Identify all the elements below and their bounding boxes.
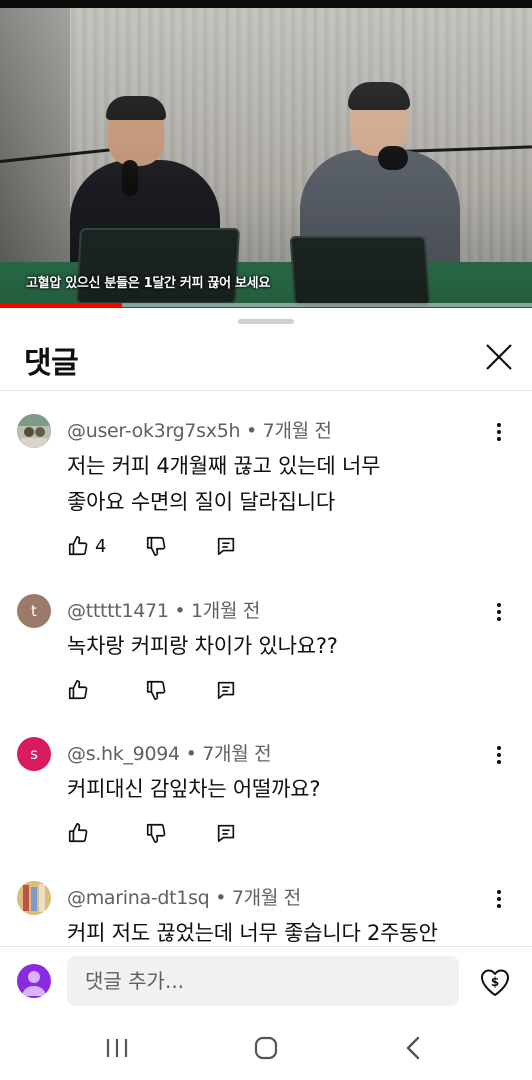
recents-button[interactable] xyxy=(95,1030,139,1066)
comment-time: 7개월 전 xyxy=(262,420,332,442)
avatar[interactable]: t xyxy=(17,594,51,628)
user-silhouette-icon xyxy=(22,971,46,996)
home-icon xyxy=(254,1036,278,1060)
comment-author[interactable]: @user-ok3rg7sx5h xyxy=(67,420,241,442)
avatar[interactable] xyxy=(17,881,51,915)
dislike-button[interactable] xyxy=(145,534,167,558)
dislike-button[interactable] xyxy=(145,821,167,845)
comment-text: 저는 커피 4개월째 끊고 있는데 너무 좋아요 수면의 질이 달라집니다 xyxy=(67,448,487,520)
status-bar xyxy=(0,0,532,8)
thumbs-down-icon xyxy=(146,680,166,700)
comment-composer: $ xyxy=(0,946,532,1016)
avatar[interactable]: s xyxy=(17,737,51,771)
meta-separator: • xyxy=(215,887,232,909)
comment-text-line: 좋아요 수면의 질이 달라집니다 xyxy=(67,490,335,514)
comment-meta: @user-ok3rg7sx5h • 7개월 전 xyxy=(67,416,332,443)
comment-time: 7개월 전 xyxy=(202,743,272,765)
avatar[interactable] xyxy=(17,414,51,448)
thumbs-up-icon xyxy=(68,536,88,556)
drag-handle[interactable] xyxy=(238,319,294,324)
reply-comment-icon xyxy=(217,537,235,556)
meta-separator: • xyxy=(174,600,192,622)
reply-button[interactable] xyxy=(215,821,237,845)
video-shade xyxy=(0,8,532,308)
more-options-button[interactable] xyxy=(488,600,510,626)
recents-icon xyxy=(106,1039,128,1057)
comment-author[interactable]: @ttttt1471 xyxy=(67,600,169,622)
meta-separator: • xyxy=(246,420,263,442)
avatar-photo-icon xyxy=(17,881,51,915)
back-button[interactable] xyxy=(392,1030,436,1066)
comment-meta: @marina-dt1sq • 7개월 전 xyxy=(67,883,301,910)
more-options-button[interactable] xyxy=(488,420,510,446)
video-player[interactable]: 고혈압 있으신 분들은 1달간 커피 끊어 보세요 xyxy=(0,0,532,308)
comment-text: 커피대신 감잎차는 어떨까요? xyxy=(67,771,487,807)
video-subtitle: 고혈압 있으신 분들은 1달간 커피 끊어 보세요 xyxy=(26,276,270,291)
comment-text-line: 녹차랑 커피랑 차이가 있나요?? xyxy=(67,634,338,658)
comment-author[interactable]: @marina-dt1sq xyxy=(67,887,210,909)
divider xyxy=(0,390,532,391)
reply-button[interactable] xyxy=(215,678,237,702)
sheet-title: 댓글 xyxy=(24,346,79,381)
reply-button[interactable] xyxy=(215,534,237,558)
like-count: 4 xyxy=(95,535,107,557)
like-button[interactable]: 4 xyxy=(67,534,106,558)
add-comment-input[interactable] xyxy=(67,956,459,1006)
super-thanks-button[interactable]: $ xyxy=(478,965,512,999)
comment-text: 커피 저도 끊었는데 너무 좋습니다 2주동안 xyxy=(67,915,487,945)
like-button[interactable] xyxy=(67,821,89,845)
video-progress-bar[interactable] xyxy=(0,303,532,307)
reply-comment-icon xyxy=(217,824,235,843)
avatar-photo-icon xyxy=(17,414,51,448)
comment-text-line: 커피대신 감잎차는 어떨까요? xyxy=(67,777,321,801)
comment-item: @marina-dt1sq • 7개월 전 커피 저도 끊었는데 너무 좋습니다… xyxy=(0,881,532,945)
comment-time: 1개월 전 xyxy=(191,600,261,622)
video-progress-fill xyxy=(0,303,123,307)
comment-text-line: 커피 저도 끊었는데 너무 좋습니다 2주동안 xyxy=(67,921,438,945)
meta-separator: • xyxy=(185,743,203,765)
thumbs-down-icon xyxy=(146,823,166,843)
close-button[interactable] xyxy=(480,338,518,376)
thumbs-up-icon xyxy=(68,823,88,843)
thumbs-down-icon xyxy=(146,536,166,556)
like-button[interactable] xyxy=(67,678,89,702)
dislike-button[interactable] xyxy=(145,678,167,702)
more-options-button[interactable] xyxy=(488,887,510,913)
comment-meta: @ttttt1471 • 1개월 전 xyxy=(67,596,260,623)
heart-dollar-icon: $ xyxy=(481,969,509,996)
comment-text: 녹차랑 커피랑 차이가 있나요?? xyxy=(67,628,487,664)
reply-comment-icon xyxy=(217,681,235,700)
thumbs-up-icon xyxy=(68,680,88,700)
comment-text-line: 저는 커피 4개월째 끊고 있는데 너무 xyxy=(67,454,381,478)
more-options-button[interactable] xyxy=(488,743,510,769)
comment-meta: @s.hk_9094 • 7개월 전 xyxy=(67,739,272,766)
comment-time: 7개월 전 xyxy=(231,887,301,909)
back-icon xyxy=(406,1036,420,1060)
home-button[interactable] xyxy=(244,1030,288,1066)
svg-text:$: $ xyxy=(491,975,499,989)
system-nav-bar xyxy=(0,1016,532,1080)
close-icon xyxy=(486,344,512,370)
my-avatar[interactable] xyxy=(17,964,51,998)
comment-author[interactable]: @s.hk_9094 xyxy=(67,743,180,765)
